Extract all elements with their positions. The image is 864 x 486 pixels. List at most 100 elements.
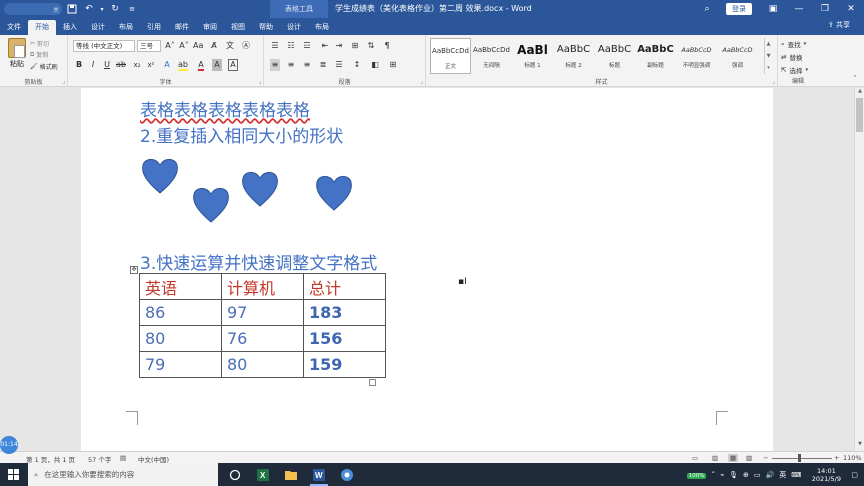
input-method-indicator[interactable]: 英 [779,470,786,480]
tab-table-design[interactable]: 设计 [280,20,308,35]
focus-mode-icon[interactable]: ▭ [692,454,698,462]
tab-layout[interactable]: 布局 [112,20,140,35]
bold-icon[interactable]: B [74,59,84,71]
chevron-down-icon[interactable]: ▼ [855,441,864,451]
microphone-icon[interactable]: 🎙 [729,471,738,479]
close-icon[interactable]: ✕ [838,4,864,14]
table-move-handle-icon[interactable]: ✥ [130,266,138,274]
customize-qat-icon[interactable]: ≡ [125,2,139,16]
subscript-icon[interactable]: x₂ [132,59,142,71]
grow-font-icon[interactable]: A˄ [165,40,175,52]
sort-icon[interactable]: ⇅ [366,40,376,52]
styles-launcher-icon[interactable]: ⌟ [772,78,775,85]
table-cell[interactable]: 156 [303,325,386,352]
tab-mailings[interactable]: 邮件 [168,20,196,35]
heart-shape[interactable] [314,173,354,213]
chevron-down-icon[interactable]: ▼ [767,53,771,59]
file-explorer-icon[interactable] [278,463,304,486]
numbering-icon[interactable]: ☷ [286,40,296,52]
show-formatting-marks-icon[interactable]: ¶ [382,40,392,52]
clear-formatting-icon[interactable]: A̸ [209,40,219,52]
minimize-icon[interactable]: — [786,4,812,14]
increase-indent-icon[interactable]: ⇥ [334,40,344,52]
format-painter-button[interactable]: 🖌 格式刷 [30,62,58,71]
copy-button[interactable]: ⧉ 复制 [30,50,48,60]
tab-design[interactable]: 设计 [84,20,112,35]
multilevel-list-icon[interactable]: ☲ [302,40,312,52]
font-name-select[interactable]: 等线 (中文正文) [73,40,135,52]
excel-app-icon[interactable]: X [250,463,276,486]
strikethrough-icon[interactable]: ab [116,59,126,71]
table-resize-handle[interactable] [369,379,376,386]
zoom-slider-thumb[interactable] [798,454,801,462]
table-cell[interactable]: 80 [221,351,304,378]
heart-shape[interactable] [191,185,231,225]
table-cell[interactable]: 80 [139,325,222,352]
chevron-up-icon[interactable]: ▲ [855,88,864,98]
chinese-layout-icon[interactable]: ⊞ [350,40,360,52]
replace-button[interactable]: ⇄ 替换 [781,52,802,62]
enclose-characters-icon[interactable]: Ⓐ [241,40,251,52]
select-button[interactable]: ⇱ 选择 ▾ [781,65,808,75]
undo-icon[interactable]: ↶ [82,2,96,16]
tab-help[interactable]: 帮助 [252,20,280,35]
distributed-icon[interactable]: ☰ [334,59,344,71]
notifications-icon[interactable]: ▢ [851,471,858,479]
shrink-font-icon[interactable]: A˅ [179,40,189,52]
decrease-indent-icon[interactable]: ⇤ [320,40,330,52]
italic-icon[interactable]: I [88,59,98,71]
bullets-icon[interactable]: ☰ [270,40,280,52]
tab-table-layout[interactable]: 布局 [308,20,336,35]
heart-shape[interactable] [240,169,280,209]
network-icon[interactable]: ⊕ [743,471,749,479]
print-layout-icon[interactable]: ▦ [728,454,739,462]
character-shading-icon[interactable]: A [212,59,222,71]
table-cell[interactable]: 79 [139,351,222,378]
word-app-icon[interactable]: W [306,463,332,486]
undo-dropdown-icon[interactable]: ▾ [99,2,105,16]
misspelled-text-line[interactable]: 表格表格表格表格表格 [140,96,310,121]
table-cell[interactable]: 97 [221,299,304,326]
style-heading-2[interactable]: AaBbC 标题 2 [553,38,594,74]
style-subtitle[interactable]: AaBbC 副标题 [635,38,676,74]
autosave-toggle[interactable]: 关 [4,3,62,15]
read-mode-icon[interactable]: ▥ [712,454,718,462]
more-styles-icon[interactable]: ▾ [767,65,770,71]
character-border-icon[interactable]: A [228,59,238,71]
superscript-icon[interactable]: x² [146,59,156,71]
usb-icon[interactable]: ⌁ [720,471,724,479]
find-button[interactable]: ⌕ 查找 ▾ [781,39,806,50]
zoom-level[interactable]: 110% [843,454,862,462]
style-heading-1[interactable]: AaBl 标题 1 [512,38,553,74]
style-title[interactable]: AaBbC 标题 [594,38,635,74]
ribbon-display-options-icon[interactable]: ▣ [760,4,786,14]
tab-insert[interactable]: 插入 [56,20,84,35]
align-left-icon[interactable]: ≡ [270,59,280,71]
chevron-up-icon[interactable]: ▲ [767,41,771,47]
tab-home[interactable]: 开始 [28,20,56,35]
task-view-icon[interactable] [222,463,248,486]
chevron-up-icon[interactable]: ˄ [711,471,715,479]
save-icon[interactable] [65,2,79,16]
font-color-icon[interactable]: A [196,59,206,71]
login-button[interactable]: 登录 [726,3,752,15]
paste-button[interactable]: 粘贴 [6,38,28,69]
align-right-icon[interactable]: ≡ [302,59,312,71]
tab-view[interactable]: 视图 [224,20,252,35]
battery-icon[interactable]: 100% [686,471,707,479]
browser-app-icon[interactable] [334,463,360,486]
table-cell[interactable]: 183 [303,299,386,326]
collapse-ribbon-icon[interactable]: ˄ [850,73,860,85]
cut-button[interactable]: ✂ 剪切 [30,39,49,48]
document-page[interactable]: 表格表格表格表格表格 2.重复插入相同大小的形状 3.快速运算并快速调整文字格式… [81,88,773,451]
paragraph-launcher-icon[interactable]: ⌟ [420,78,423,85]
volume-icon[interactable]: 🔊 [766,471,775,479]
zoom-slider[interactable] [772,458,832,459]
phonetic-guide-icon[interactable]: 文 [225,40,235,52]
table-cell[interactable]: 76 [221,325,304,352]
change-case-icon[interactable]: Aa [193,40,203,52]
share-button[interactable]: ⇪ 共享 [828,20,850,30]
tab-review[interactable]: 审阅 [196,20,224,35]
keyboard-icon[interactable]: ⌨ [791,471,801,479]
scrollbar-thumb[interactable] [856,98,863,132]
